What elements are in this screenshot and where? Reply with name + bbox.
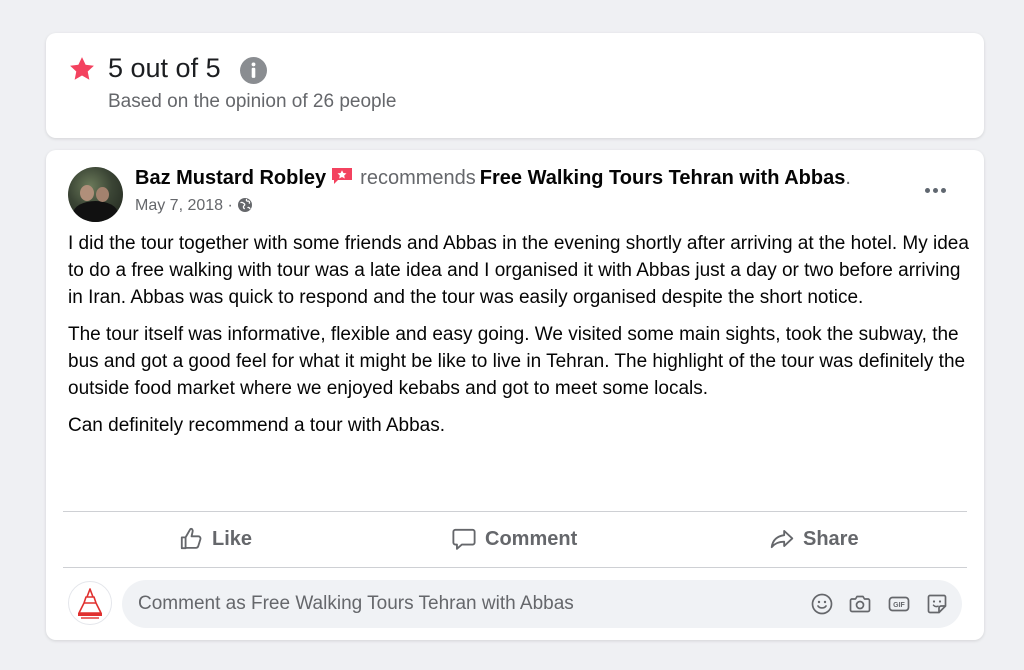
post-date[interactable]: May 7, 2018 bbox=[135, 197, 223, 214]
author-name-link[interactable]: Baz Mustard Robley bbox=[135, 167, 326, 189]
post-paragraph: The tour itself was informative, flexibl… bbox=[68, 324, 966, 399]
comment-label: Comment bbox=[485, 528, 578, 550]
share-label: Share bbox=[803, 528, 859, 550]
share-arrow-icon bbox=[770, 529, 794, 549]
like-label: Like bbox=[212, 528, 253, 550]
post-paragraph: Can definitely recommend a tour with Abb… bbox=[68, 415, 446, 436]
svg-text:GIF: GIF bbox=[893, 602, 905, 609]
like-button[interactable]: Like bbox=[178, 524, 252, 554]
more-options-icon[interactable] bbox=[916, 176, 956, 204]
page-name-link[interactable]: Free Walking Tours Tehran with Abbas bbox=[480, 167, 846, 189]
globe-icon[interactable] bbox=[237, 197, 253, 213]
recommends-text: recommends bbox=[360, 167, 476, 189]
thumbs-up-icon bbox=[180, 527, 202, 550]
recommendation-post: Baz Mustard Robley recommends Free Walkin… bbox=[46, 150, 984, 640]
actions-divider-top bbox=[63, 511, 967, 512]
camera-icon[interactable] bbox=[848, 592, 872, 616]
rating-summary-card: 5 out of 5 Based on the opinion of 26 pe… bbox=[46, 33, 984, 138]
share-button[interactable]: Share bbox=[769, 524, 859, 554]
star-icon bbox=[70, 57, 94, 80]
post-meta: May 7, 2018 · bbox=[135, 196, 253, 216]
gif-icon[interactable]: GIF bbox=[887, 592, 911, 616]
meta-separator: · bbox=[227, 197, 233, 214]
post-body: I did the tour together with some friend… bbox=[68, 230, 973, 449]
header-period: . bbox=[845, 167, 851, 189]
emoji-icon[interactable] bbox=[810, 592, 834, 616]
sticker-icon[interactable] bbox=[925, 592, 949, 616]
page-avatar[interactable] bbox=[68, 581, 112, 625]
post-paragraph: I did the tour together with some friend… bbox=[68, 233, 969, 308]
comment-composer: GIF bbox=[122, 580, 962, 628]
rating-title: 5 out of 5 bbox=[108, 53, 221, 83]
info-icon[interactable] bbox=[240, 57, 267, 84]
speech-bubble-icon bbox=[452, 528, 476, 550]
post-header: Baz Mustard Robley recommends Free Walkin… bbox=[135, 164, 851, 192]
comment-input[interactable] bbox=[138, 580, 778, 628]
author-avatar[interactable] bbox=[68, 167, 123, 222]
comment-button[interactable]: Comment bbox=[451, 524, 577, 554]
actions-divider-bottom bbox=[63, 567, 967, 568]
tower-logo-icon bbox=[78, 588, 102, 619]
recommend-flag-icon bbox=[332, 168, 353, 184]
rating-subtitle: Based on the opinion of 26 people bbox=[108, 91, 397, 112]
